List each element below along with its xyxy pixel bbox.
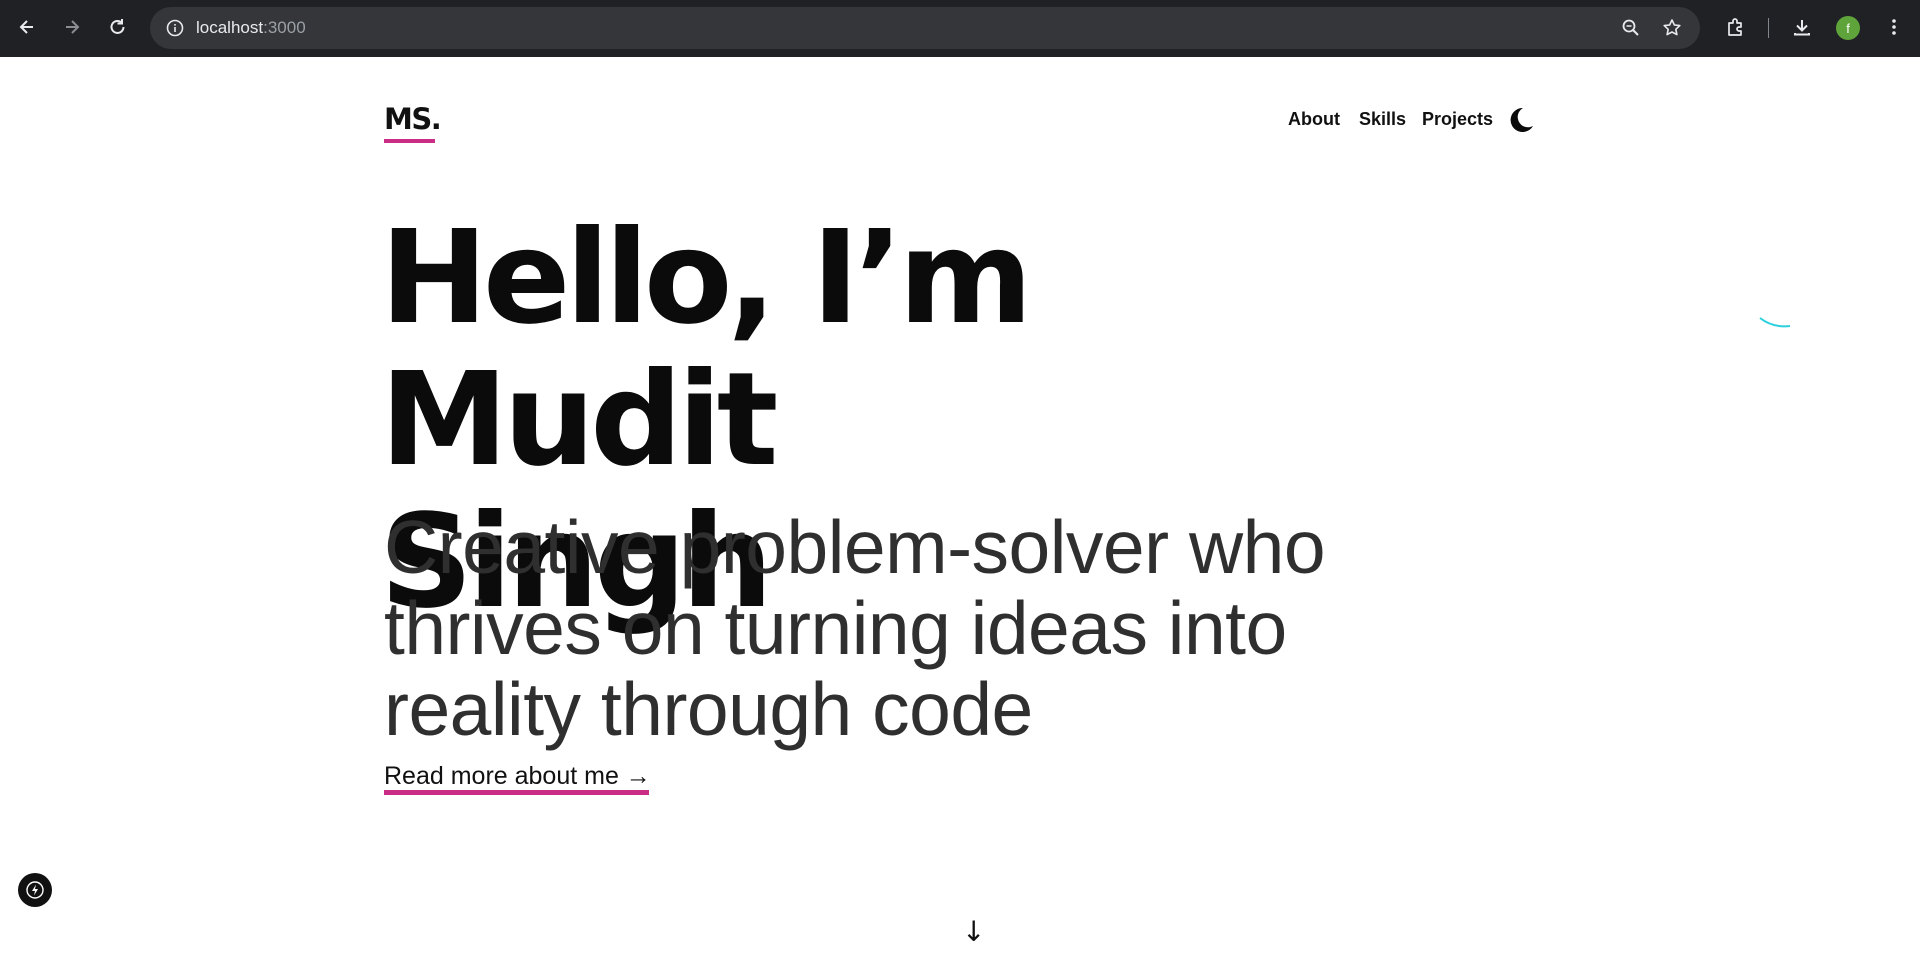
zoom-icon[interactable]: [1616, 13, 1646, 43]
nav-link-about[interactable]: About: [1288, 109, 1340, 130]
reload-icon: [110, 19, 125, 34]
browser-toolbar: localhost:3000 f: [0, 0, 1920, 57]
forward-button[interactable]: [54, 9, 90, 45]
dev-tools-lightning-icon[interactable]: [18, 873, 52, 907]
browser-menu-icon[interactable]: [1876, 9, 1912, 45]
page-content: MS. About Skills Projects Hello, I’m Mud…: [0, 57, 1920, 977]
hero-heading-line1: Hello, I’m Mudit: [380, 203, 1033, 495]
forward-arrow-icon: [66, 20, 80, 34]
bookmark-star-icon[interactable]: [1657, 13, 1687, 43]
profile-initial: f: [1846, 20, 1850, 36]
read-more-underline: [384, 790, 649, 795]
site-logo[interactable]: MS.: [384, 102, 442, 136]
back-button[interactable]: [9, 9, 45, 45]
address-bar[interactable]: localhost:3000: [150, 7, 1700, 49]
profile-avatar[interactable]: f: [1836, 16, 1860, 40]
nav-link-projects[interactable]: Projects: [1422, 109, 1493, 130]
logo-accent-underline: [384, 139, 435, 143]
read-more-link[interactable]: Read more about me →: [384, 761, 651, 791]
toolbar-divider: [1768, 18, 1769, 38]
site-info-icon[interactable]: [160, 13, 190, 43]
decorative-cyan-stroke: [1755, 312, 1795, 332]
tagline-line2: thrives on turning ideas into: [384, 586, 1287, 670]
url-host: localhost: [196, 18, 264, 37]
scroll-down-arrow-icon[interactable]: ↓: [962, 915, 985, 948]
back-arrow-icon: [19, 20, 33, 34]
nav-link-skills[interactable]: Skills: [1359, 109, 1406, 130]
url-port: :3000: [263, 18, 306, 37]
tagline-line1: Creative problem-solver who: [384, 505, 1326, 589]
tagline-line3: reality through code: [384, 667, 1033, 751]
downloads-icon[interactable]: [1784, 9, 1820, 45]
reload-button[interactable]: [99, 9, 135, 45]
extensions-icon[interactable]: [1718, 9, 1754, 45]
theme-toggle-moon-icon[interactable]: [1506, 105, 1536, 135]
hero-tagline: Creative problem-solver who thrives on tu…: [384, 507, 1384, 750]
url-text: localhost:3000: [196, 18, 306, 38]
